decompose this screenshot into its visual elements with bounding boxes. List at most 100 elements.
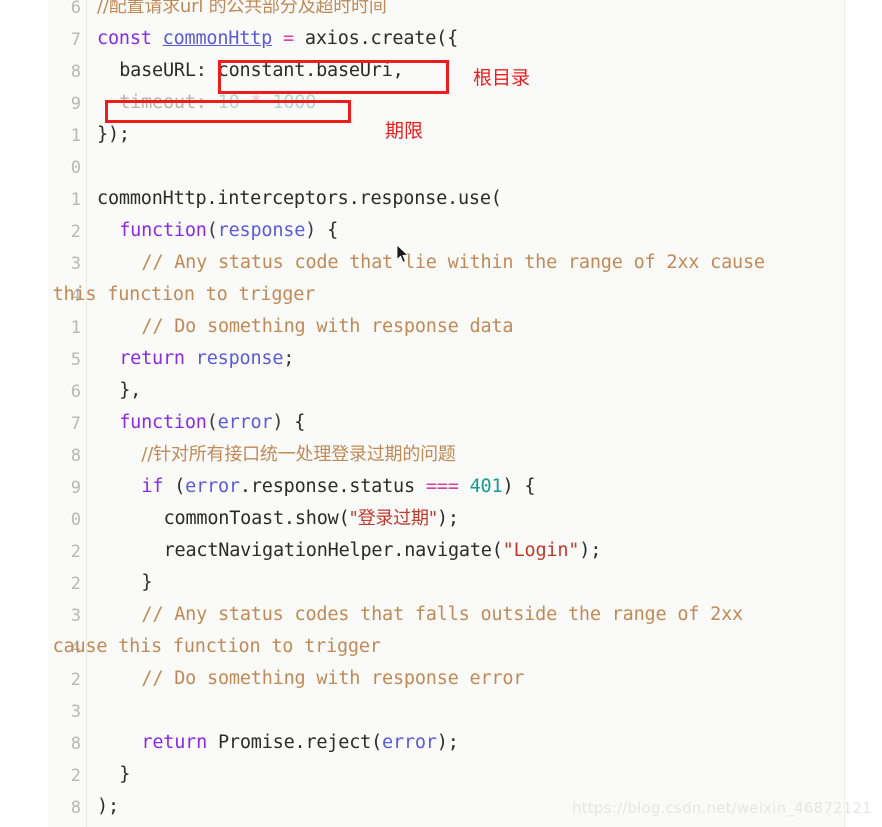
line-number: 8 [70, 62, 81, 82]
code-token: ); [97, 796, 119, 817]
code-token: ) [305, 220, 317, 241]
code-token: axios.create({ [293, 28, 459, 49]
code-token: commonHttp [162, 28, 273, 49]
code-token: response [217, 220, 306, 241]
line-number: 9 [70, 478, 81, 498]
code-token: ( [206, 220, 218, 241]
code-token: ( [206, 412, 218, 433]
code-token: return [119, 348, 185, 369]
deadline-label: 期限 [385, 120, 424, 142]
code-token: ) { [502, 476, 536, 497]
line-number: 2 [70, 574, 81, 594]
code-token: return [141, 732, 208, 753]
code-token: reactNavigationHelper.navigate( [163, 540, 503, 561]
code-line: // Any status codes that falls outside t… [141, 604, 743, 626]
code-line: } [119, 764, 130, 786]
code-line: //针对所有接口统一处理登录过期的问题 [141, 444, 456, 466]
line-number: 7 [70, 30, 81, 50]
code-token: baseURL: constant.baseUri, [119, 60, 404, 81]
code-token: //针对所有接口统一处理登录过期的问题 [141, 444, 456, 465]
code-token: .response.status [239, 476, 426, 497]
line-number: 0 [70, 510, 81, 530]
code-line: function(error) { [119, 412, 305, 434]
code-token: Promise.reject( [207, 732, 383, 753]
code-token: function [119, 412, 207, 433]
code-token: // Any status codes that falls outside t… [141, 604, 743, 625]
code-token: function [119, 220, 207, 241]
code-token: timeout: [119, 92, 218, 113]
code-line: commonToast.show("登录过期"); [164, 508, 459, 530]
line-number: 7 [70, 414, 81, 434]
code-token: //配置请求url 的公共部分及超时时间 [97, 0, 387, 17]
code-lines: //配置请求url 的公共部分及超时时间 const commonHttp = a… [53, 0, 845, 827]
code-screenshot: 67891012341567890223423828 //配置请求url 的公共… [0, 0, 882, 827]
code-line: reactNavigationHelper.navigate("Login"); [164, 540, 602, 562]
code-token: cause this function to trigger [52, 636, 381, 657]
code-token: { [316, 220, 339, 241]
code-token: } [119, 764, 131, 785]
line-number: 1 [70, 318, 81, 338]
mouse-cursor-icon [396, 244, 409, 263]
code-token: commonHttp.interceptors.response.use( [97, 188, 502, 209]
code-token: if [141, 476, 164, 497]
code-token: * [250, 92, 262, 113]
code-line: cause this function to trigger [53, 636, 381, 658]
code-line: }); [97, 124, 130, 146]
line-number: 9 [70, 94, 81, 114]
line-number: 1 [70, 190, 81, 210]
code-line: const commonHttp = axios.create({ [97, 28, 458, 50]
code-line: baseURL: constant.baseUri, [119, 60, 404, 82]
csdn-watermark: https://blog.csdn.net/weixin_46872121 [572, 799, 872, 817]
code-token: 10 [217, 92, 240, 113]
line-number: 6 [70, 0, 81, 18]
code-token: 1000 [272, 92, 317, 113]
code-token: ( [163, 476, 186, 497]
code-token: "Login" [502, 540, 580, 561]
code-token: error [185, 476, 240, 497]
code-token: // Do something with response data [141, 316, 514, 337]
line-number-gutter: 67891012341567890223423828 [48, 0, 87, 827]
code-token: // Do something with response error [141, 668, 525, 689]
line-number: 3 [70, 254, 81, 274]
code-token: response [195, 348, 284, 369]
code-token: error [382, 732, 437, 753]
code-token: ; [283, 348, 295, 369]
root-directory-label: 根目录 [473, 67, 531, 89]
code-line: this function to trigger [53, 284, 316, 306]
code-token: this function to trigger [52, 284, 316, 305]
line-number: 2 [70, 766, 81, 786]
code-token: }, [119, 380, 142, 401]
code-token: const [97, 28, 152, 49]
code-token: ); [579, 540, 602, 561]
code-token: = [283, 28, 294, 49]
code-line: return response; [119, 348, 294, 370]
code-token: ); [436, 508, 459, 529]
code-token: "登录过期" [349, 508, 438, 529]
line-number: 8 [70, 734, 81, 754]
code-token: === [425, 476, 459, 497]
code-token: ); [436, 732, 459, 753]
code-line: // Do something with response error [141, 668, 524, 690]
code-token: error [217, 412, 273, 433]
code-token: commonToast.show( [163, 508, 350, 529]
code-token: { [283, 412, 306, 433]
line-number: 2 [70, 542, 81, 562]
code-token: 401 [469, 476, 503, 497]
code-line: if (error.response.status === 401) { [141, 476, 535, 498]
line-number: 3 [70, 702, 81, 722]
code-line: // Do something with response data [141, 316, 513, 338]
line-number: 6 [70, 382, 81, 402]
line-number: 2 [70, 222, 81, 242]
code-editor-pane: 67891012341567890223423828 //配置请求url 的公共… [48, 0, 845, 827]
code-token: // Any status code that lie within the r… [141, 252, 765, 273]
code-line: ); [97, 796, 119, 818]
line-number: 8 [70, 446, 81, 466]
code-line: //配置请求url 的公共部分及超时时间 [97, 0, 387, 18]
line-number: 0 [70, 158, 81, 178]
code-line: function(response) { [119, 220, 338, 242]
line-number: 8 [70, 798, 81, 818]
code-line: commonHttp.interceptors.response.use( [97, 188, 502, 210]
